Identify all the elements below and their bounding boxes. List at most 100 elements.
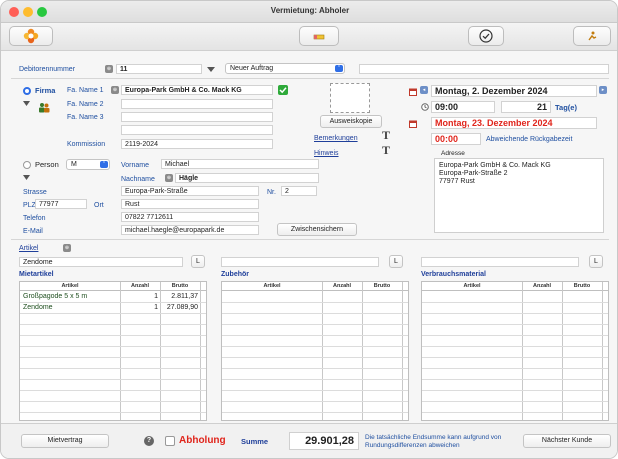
col-header-brutto[interactable]: Brutto — [562, 282, 602, 291]
verbrauch-title: Verbrauchsmaterial — [421, 271, 486, 278]
exit-button[interactable] — [573, 26, 611, 46]
end-date-input[interactable]: Montag, 23. Dezember 2024 — [431, 117, 597, 129]
name2-input[interactable] — [121, 99, 273, 109]
col-header-anzahl[interactable]: Anzahl — [120, 282, 160, 291]
verbrauch-search-input[interactable] — [421, 257, 579, 267]
debitor-input[interactable]: 11 — [116, 64, 202, 74]
col-header-artikel[interactable]: Artikel — [422, 282, 522, 291]
confirm-button[interactable] — [468, 26, 504, 46]
ort-input[interactable]: Rust — [121, 199, 259, 209]
name-verified-icon — [278, 85, 288, 95]
name1-input[interactable]: Europa-Park GmbH & Co. Mack KG — [121, 85, 273, 95]
abweichende-rueckgabe-label: Abweichende Rückgabezeit — [486, 136, 573, 143]
artikel-lookup-icon[interactable]: ⊕ — [63, 244, 71, 252]
miet-l-button[interactable]: L — [191, 255, 205, 268]
zubehoer-title: Zubehör — [221, 271, 249, 278]
auftrag-select[interactable]: Neuer Auftrag ⌃ — [225, 63, 345, 74]
start-date-input[interactable]: Montag, 2. Dezember 2024 — [431, 85, 597, 97]
collapse-triangle-icon[interactable] — [23, 101, 30, 107]
mietvertrag-button[interactable]: Mietvertrag — [21, 434, 109, 448]
anrede-select[interactable]: M ⌃ — [66, 159, 110, 170]
home-button[interactable] — [9, 26, 53, 46]
strasse-input[interactable]: Europa-Park-Straße — [121, 186, 259, 196]
zubehoer-table[interactable]: Artikel Anzahl Brutto — [221, 281, 409, 421]
select-arrow-icon: ⌃ — [100, 161, 108, 168]
naechster-kunde-button[interactable]: Nächster Kunde — [523, 434, 611, 448]
days-input[interactable]: 21 — [501, 101, 551, 113]
row-artikel: Zendome — [23, 304, 53, 311]
abholung-checkbox[interactable] — [165, 436, 175, 446]
col-header-anzahl[interactable]: Anzahl — [522, 282, 562, 291]
col-header-artikel[interactable]: Artikel — [20, 282, 120, 291]
ausweis-image-placeholder[interactable] — [330, 83, 370, 113]
end-time-input[interactable]: 00:00 — [431, 133, 481, 145]
prev-date-icon[interactable]: ◂ — [420, 86, 428, 94]
email-label: E-Mail — [23, 228, 43, 235]
row-anzahl: 1 — [154, 304, 158, 311]
help-icon[interactable]: ? — [144, 436, 154, 446]
nachname-lookup-icon[interactable]: ⊕ — [165, 174, 173, 182]
col-header-anzahl[interactable]: Anzahl — [322, 282, 362, 291]
zubehoer-l-button[interactable]: L — [389, 255, 403, 268]
plz-input[interactable]: 77977 — [35, 199, 87, 209]
name1-label: Fa. Name 1 — [67, 87, 104, 94]
mietartikel-table[interactable]: Artikel Anzahl Brutto Großpagode 5 x 5 m… — [19, 281, 207, 421]
collapse-triangle-icon[interactable] — [23, 175, 30, 181]
calendar-icon[interactable] — [409, 120, 417, 128]
zubehoer-search-input[interactable] — [221, 257, 379, 267]
row-artikel: Großpagode 5 x 5 m — [23, 293, 88, 300]
name4-input[interactable] — [121, 125, 273, 135]
name1-lookup-icon[interactable]: ⊕ — [111, 86, 119, 94]
calendar-icon[interactable] — [409, 88, 417, 96]
bemerkungen-text-icon[interactable]: T — [382, 129, 390, 141]
app-window: Vermietung: Abholer Debitorennummer ⊕ 11… — [0, 0, 618, 459]
zwischensichern-button[interactable]: Zwischensichern — [277, 223, 357, 236]
col-header-artikel[interactable]: Artikel — [222, 282, 322, 291]
name3-input[interactable] — [121, 112, 273, 122]
window-title: Vermietung: Abholer — [270, 6, 350, 15]
toolbar — [1, 23, 617, 51]
adresse-line: Europa-Park-Straße 2 — [439, 170, 508, 177]
next-date-icon[interactable]: ▸ — [599, 86, 607, 94]
row-brutto: 27.089,90 — [166, 304, 198, 311]
col-header-brutto[interactable]: Brutto — [160, 282, 200, 291]
verbrauch-l-button[interactable]: L — [589, 255, 603, 268]
start-time-input[interactable]: 09:00 — [431, 101, 495, 113]
email-input[interactable]: michael.haegle@europapark.de — [121, 225, 259, 235]
firma-radio[interactable] — [23, 87, 31, 95]
eraser-icon — [313, 34, 325, 40]
ort-label: Ort — [94, 202, 104, 209]
dropdown-triangle-icon[interactable] — [207, 67, 215, 73]
nr-input[interactable]: 2 — [281, 186, 317, 196]
hinweis-link[interactable]: Hinweis — [314, 149, 339, 158]
title-bar: Vermietung: Abholer — [1, 1, 617, 23]
strasse-label: Strasse — [23, 189, 47, 196]
artikel-search-input[interactable]: Zendome — [19, 257, 183, 267]
adresse-line: 77977 Rust — [439, 178, 475, 185]
verbrauch-table[interactable]: Artikel Anzahl Brutto — [421, 281, 609, 421]
flower-logo-icon — [23, 28, 39, 44]
ausweiskopie-button[interactable]: Ausweiskopie — [320, 115, 382, 128]
people-group-icon[interactable] — [38, 102, 50, 113]
auftrag-select-value: Neuer Auftrag — [230, 65, 274, 72]
firma-radio-label: Firma — [35, 86, 56, 95]
vorname-input[interactable]: Michael — [161, 159, 319, 169]
bemerkungen-link[interactable]: Bemerkungen — [314, 134, 358, 143]
eraser-button[interactable] — [299, 26, 339, 46]
debitor-lookup-icon[interactable]: ⊕ — [105, 65, 113, 73]
clock-icon — [421, 103, 429, 111]
anrede-select-value: M — [71, 161, 77, 168]
telefon-input[interactable]: 07822 7712611 — [121, 212, 259, 222]
auftrag-extra-field[interactable] — [359, 64, 609, 74]
person-radio[interactable] — [23, 161, 31, 169]
hinweis-text-icon[interactable]: T — [382, 144, 390, 156]
divider — [11, 78, 609, 79]
kommission-input[interactable]: 2119-2024 — [121, 139, 273, 149]
nachname-input[interactable]: Hägle — [175, 173, 319, 183]
divider — [11, 239, 609, 240]
col-header-brutto[interactable]: Brutto — [362, 282, 402, 291]
artikel-link[interactable]: Artikel — [19, 244, 38, 253]
telefon-label: Telefon — [23, 215, 46, 222]
adresse-textarea[interactable]: Europa-Park GmbH & Co. Mack KG Europa-Pa… — [434, 158, 604, 233]
row-anzahl: 1 — [154, 293, 158, 300]
